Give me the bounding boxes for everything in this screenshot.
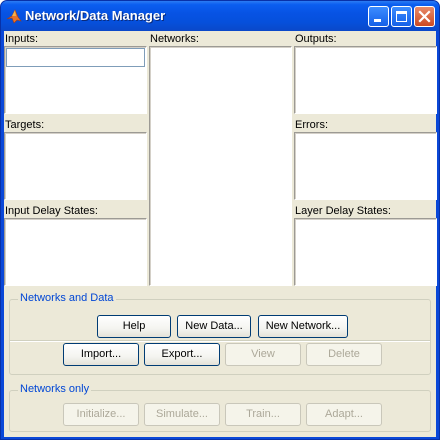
inputs-list[interactable] [4, 46, 147, 114]
adapt-button[interactable]: Adapt... [306, 403, 382, 426]
title-bar[interactable]: Network/Data Manager [1, 1, 439, 31]
help-button[interactable]: Help [97, 315, 171, 338]
view-button[interactable]: View [225, 343, 301, 366]
inputs-list-focus-row [6, 48, 145, 67]
errors-list[interactable] [294, 132, 437, 200]
input-delay-states-label: Input Delay States: [5, 205, 98, 217]
errors-label: Errors: [295, 119, 328, 131]
client-area: Inputs: Targets: Input Delay States: Net… [4, 31, 437, 437]
maximize-button[interactable] [391, 6, 412, 27]
outputs-label: Outputs: [295, 33, 337, 45]
input-delay-states-list[interactable] [4, 218, 147, 286]
export-button[interactable]: Export... [144, 343, 220, 366]
app-window: Network/Data Manager Inputs: Targets: In… [0, 0, 440, 440]
matlab-logo-icon [6, 8, 22, 24]
targets-label: Targets: [5, 119, 45, 131]
networks-label: Networks: [150, 33, 199, 45]
train-button[interactable]: Train... [225, 403, 301, 426]
networks-only-group: Networks only Initialize... Simulate... … [9, 383, 431, 432]
maximize-icon [396, 11, 407, 22]
networks-and-data-group: Networks and Data Help New Data... New N… [9, 292, 431, 375]
delete-button[interactable]: Delete [306, 343, 382, 366]
close-button[interactable] [414, 6, 435, 27]
targets-list[interactable] [4, 132, 147, 200]
minimize-icon [374, 19, 381, 22]
simulate-button[interactable]: Simulate... [144, 403, 220, 426]
layer-delay-states-list[interactable] [294, 218, 437, 286]
networks-list[interactable] [149, 46, 292, 286]
networks-only-title: Networks only [18, 383, 92, 395]
new-data-button[interactable]: New Data... [177, 315, 251, 338]
networks-and-data-title: Networks and Data [18, 292, 116, 304]
group-divider [10, 340, 430, 342]
minimize-button[interactable] [368, 6, 389, 27]
window-title: Network/Data Manager [25, 8, 166, 23]
inputs-label: Inputs: [5, 33, 39, 45]
close-icon [418, 10, 431, 23]
outputs-list[interactable] [294, 46, 437, 114]
new-network-button[interactable]: New Network... [258, 315, 348, 338]
layer-delay-states-label: Layer Delay States: [295, 205, 391, 217]
initialize-button[interactable]: Initialize... [63, 403, 139, 426]
import-button[interactable]: Import... [63, 343, 139, 366]
